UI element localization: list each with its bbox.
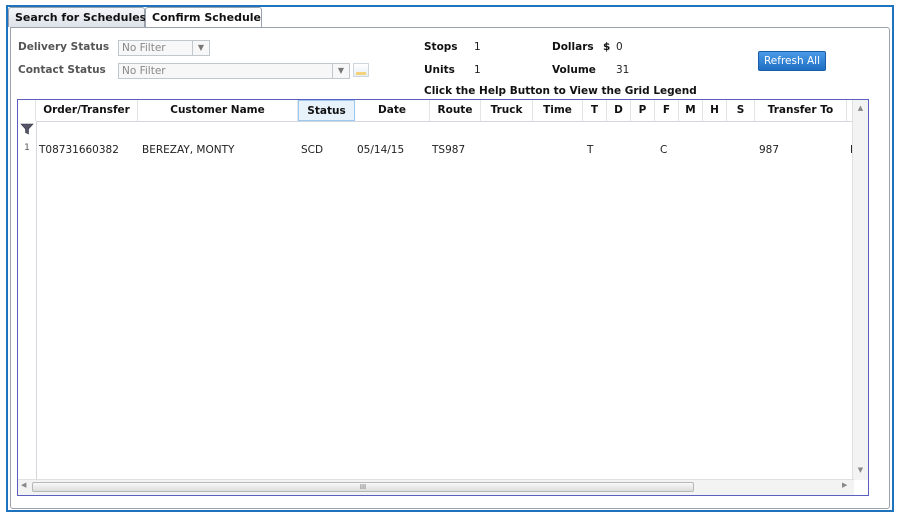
column-header-transfer-to[interactable]: Transfer To [755,100,847,121]
tab-confirm-schedule[interactable]: Confirm Schedule [145,7,262,29]
scroll-down-icon[interactable]: ▼ [853,466,868,474]
column-header-date[interactable]: Date [355,100,430,121]
grid-header: Order/Transfer Customer Name Status Date… [18,100,854,122]
scroll-up-icon[interactable]: ▲ [853,104,868,112]
scroll-left-icon[interactable]: ◀ [21,481,26,489]
stops-value: 1 [474,41,481,53]
volume-label: Volume [552,64,596,76]
column-header-order-transfer[interactable]: Order/Transfer [36,100,138,121]
tab-search-for-schedules[interactable]: Search for Schedules [8,7,146,27]
column-header-truck[interactable]: Truck [481,100,533,121]
contact-status-select[interactable]: No Filter ▼ [118,63,350,79]
volume-value: 31 [616,64,630,76]
refresh-all-button[interactable]: Refresh All [758,51,826,71]
cell-order-transfer: T08731660382 [39,144,119,156]
dollars-value: 0 [616,41,623,53]
column-header-d[interactable]: D [607,100,631,121]
column-header-s[interactable]: S [727,100,755,121]
filter-icon[interactable] [20,123,34,135]
chevron-down-icon[interactable]: ▼ [192,41,209,55]
row-number: 1 [24,143,30,153]
column-header-t[interactable]: T [583,100,607,121]
contact-status-label: Contact Status [18,64,106,76]
calendar-icon[interactable] [353,63,369,77]
column-header-route[interactable]: Route [430,100,481,121]
dollars-label: Dollars [552,41,594,53]
column-header-customer-name[interactable]: Customer Name [138,100,298,121]
grid-legend-help-text: Click the Help Button to View the Grid L… [424,85,697,97]
column-header-m[interactable]: M [679,100,703,121]
horizontal-scrollbar[interactable]: ◀ III ▶ [18,479,854,495]
dollars-symbol: $ [603,41,611,53]
schedule-grid: Order/Transfer Customer Name Status Date… [17,99,869,496]
units-label: Units [424,64,455,76]
horizontal-scroll-thumb[interactable]: III [32,482,694,492]
cell-transfer-to: 987 [759,144,780,156]
delivery-status-value: No Filter [122,42,166,54]
contact-status-value: No Filter [122,65,166,77]
cell-t: T [587,144,594,156]
scroll-right-icon[interactable]: ▶ [842,481,847,489]
row-number-header [18,100,36,121]
stops-label: Stops [424,41,458,53]
column-header-time[interactable]: Time [533,100,583,121]
chevron-down-icon[interactable]: ▼ [332,64,349,78]
units-value: 1 [474,64,481,76]
column-header-p[interactable]: P [631,100,655,121]
cell-date: 05/14/15 [357,144,405,156]
column-header-f[interactable]: F [655,100,679,121]
cell-route: TS987 [432,144,466,156]
delivery-status-select[interactable]: No Filter ▼ [118,40,210,56]
cell-status: SCD [301,144,324,156]
column-header-h[interactable]: H [703,100,727,121]
column-header-status[interactable]: Status [298,100,355,121]
vertical-scrollbar[interactable]: ▲ ▼ [852,100,868,480]
cell-customer-name: BEREZAY, MONTY [142,144,235,156]
row-number-column [18,121,37,480]
delivery-status-label: Delivery Status [18,41,110,53]
cell-f: C [660,144,668,156]
